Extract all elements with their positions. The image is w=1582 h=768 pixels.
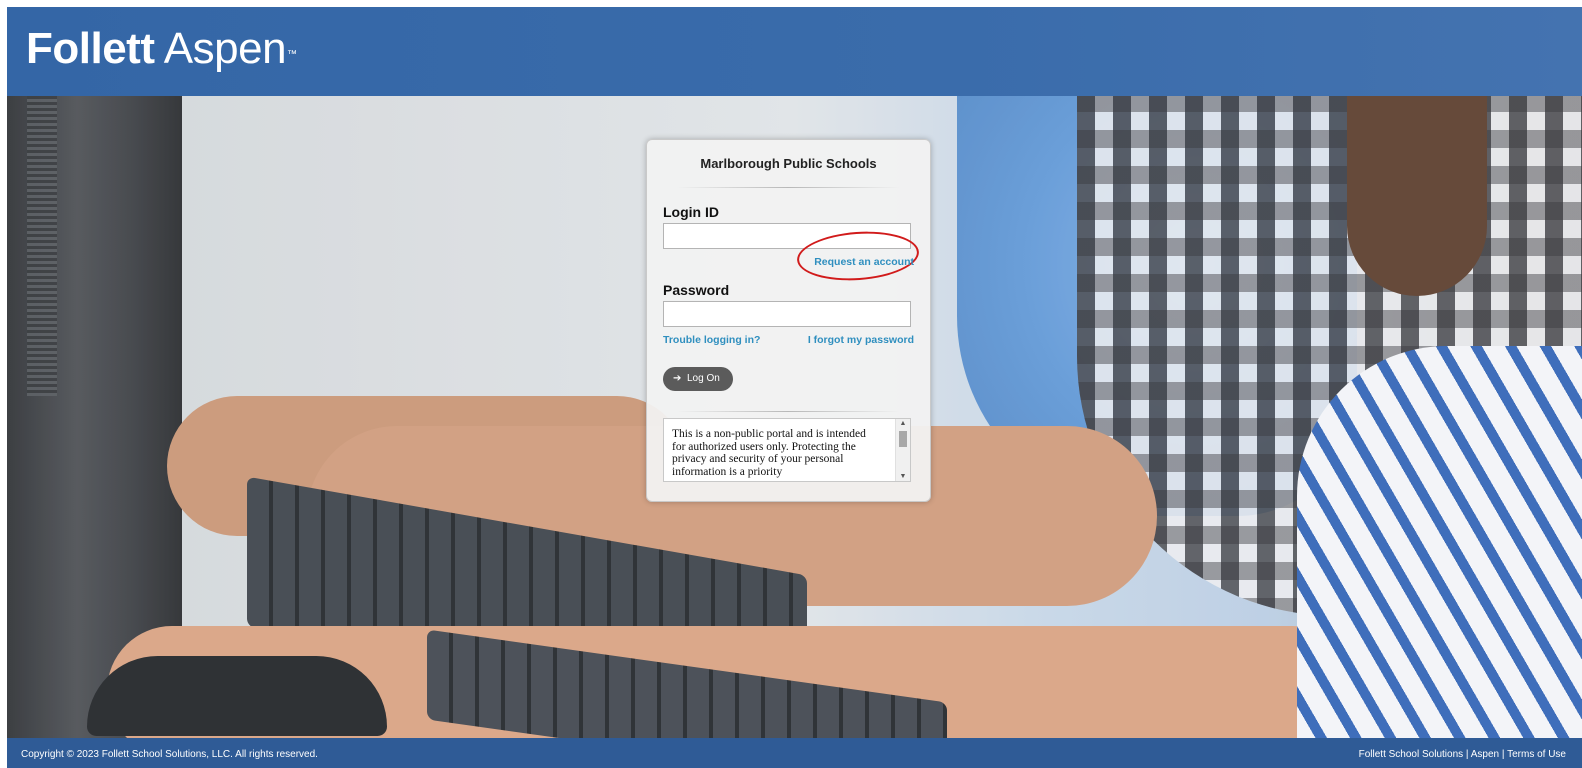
footer-separator: | <box>1463 749 1471 760</box>
footer-links: Follett School Solutions | Aspen | Terms… <box>1359 749 1566 760</box>
footer-link-aspen[interactable]: Aspen <box>1471 749 1499 760</box>
footer-bar: Copyright © 2023 Follett School Solution… <box>7 738 1582 768</box>
password-label: Password <box>663 282 730 298</box>
scroll-up-arrow-icon[interactable]: ▲ <box>896 420 910 427</box>
title-divider <box>677 187 900 188</box>
follett-aspen-logo: Follett Aspen™ <box>26 27 297 71</box>
privacy-notice-text: This is a non-public portal and is inten… <box>672 428 866 478</box>
footer-link-terms[interactable]: Terms of Use <box>1507 749 1566 760</box>
password-input[interactable] <box>663 301 911 327</box>
login-id-label: Login ID <box>663 204 719 220</box>
notice-scrollbar[interactable]: ▲ ▼ <box>895 419 910 481</box>
logo-follett-text: Follett <box>26 24 155 73</box>
sign-in-icon: ➔ <box>673 373 682 384</box>
footer-separator: | <box>1499 749 1508 760</box>
logo-trademark: ™ <box>287 49 297 60</box>
forgot-password-link[interactable]: I forgot my password <box>808 334 914 346</box>
scroll-down-arrow-icon[interactable]: ▼ <box>896 473 910 480</box>
request-account-link[interactable]: Request an account <box>814 256 914 268</box>
notice-divider <box>677 411 900 412</box>
privacy-notice-box[interactable]: This is a non-public portal and is inten… <box>663 418 911 482</box>
log-on-label: Log On <box>687 373 720 384</box>
logo-aspen-text: Aspen <box>163 24 287 73</box>
log-on-button[interactable]: ➔ Log On <box>663 367 733 391</box>
footer-link-follett[interactable]: Follett School Solutions <box>1359 749 1464 760</box>
copyright-text: Copyright © 2023 Follett School Solution… <box>21 749 318 760</box>
login-panel: Marlborough Public Schools Login ID Requ… <box>646 139 931 502</box>
school-name: Marlborough Public Schools <box>700 156 877 171</box>
trouble-logging-in-link[interactable]: Trouble logging in? <box>663 334 760 346</box>
header-bar: Follett Aspen™ <box>7 7 1582 96</box>
scroll-thumb[interactable] <box>899 431 907 447</box>
